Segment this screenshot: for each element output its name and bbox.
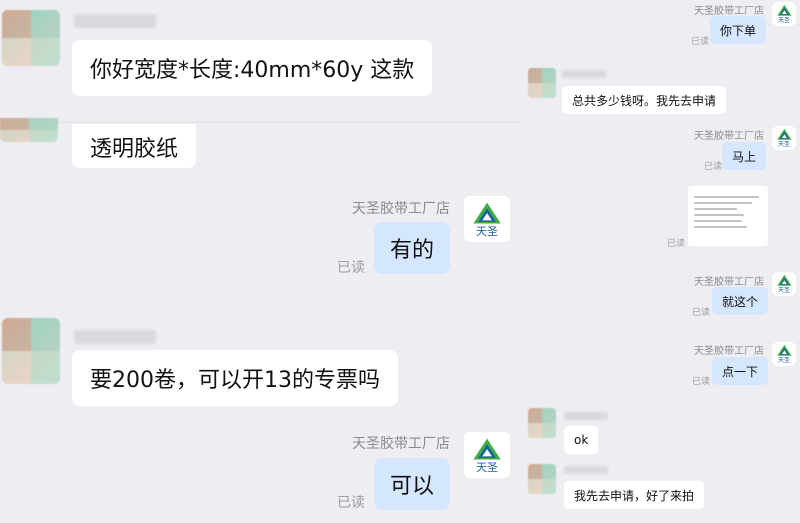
screenshot-seam [0, 122, 524, 123]
read-status: 已读 [704, 162, 723, 172]
customer-avatar[interactable] [528, 464, 556, 494]
shop-logo-avatar[interactable]: 天圣 [772, 126, 796, 150]
recycle-logo-icon [473, 438, 501, 460]
customer-name-blurred [74, 14, 156, 28]
shop-logo-avatar[interactable]: 天圣 [772, 272, 796, 296]
message-bubble[interactable]: 总共多少钱呀。我先去申请 [562, 86, 727, 114]
chat-panel-right[interactable]: 天圣胶带工厂店 天圣 你下单 已读 总共多少钱呀。我先去申请 天圣胶带工厂店 天… [524, 0, 800, 523]
read-status: 已读 [692, 308, 711, 318]
message-text: 马上 [732, 149, 757, 164]
sender-shop-name: 天圣胶带工厂店 [694, 6, 764, 17]
message-bubble[interactable]: 你好宽度*长度:40mm*60y 这款 [72, 40, 433, 96]
customer-name-blurred [564, 466, 608, 474]
message-text: 透明胶纸 [90, 137, 179, 162]
logo-text: 天圣 [777, 16, 790, 24]
shop-logo-avatar[interactable]: 天圣 [464, 196, 510, 242]
message-text: 我先去申请，好了来拍 [574, 488, 695, 503]
read-status: 已读 [691, 37, 710, 47]
message-text: 要200卷，可以开13的专票吗 [90, 368, 380, 393]
message-bubble[interactable]: 要200卷，可以开13的专票吗 [72, 350, 398, 406]
sender-shop-name: 天圣胶带工厂店 [694, 277, 764, 288]
message-bubble-mine[interactable]: 点一下 [712, 357, 769, 385]
chat-panel-left[interactable]: 你好宽度*长度:40mm*60y 这款 透明胶纸 天圣胶带工厂店 天圣 有的 已… [0, 0, 524, 523]
message-text: 总共多少钱呀。我先去申请 [572, 93, 717, 108]
message-text: 你好宽度*长度:40mm*60y 这款 [90, 58, 415, 83]
message-text: 就这个 [722, 294, 759, 309]
recycle-logo-icon [776, 5, 792, 16]
logo-text: 天圣 [476, 225, 498, 239]
customer-name-blurred [74, 330, 156, 344]
read-status: 已读 [692, 377, 711, 387]
sender-shop-name: 天圣胶带工厂店 [694, 346, 764, 357]
customer-name-blurred [562, 70, 606, 78]
message-bubble[interactable]: 透明胶纸 [72, 124, 197, 168]
message-text: 有的 [390, 238, 435, 263]
recycle-logo-icon [473, 202, 501, 224]
logo-text: 天圣 [476, 461, 498, 475]
shop-logo-avatar[interactable]: 天圣 [464, 432, 510, 478]
logo-text: 天圣 [777, 286, 790, 294]
customer-avatar[interactable] [0, 118, 58, 142]
read-status: 已读 [337, 260, 365, 276]
customer-avatar[interactable] [528, 68, 556, 98]
message-bubble-mine[interactable]: 马上 [722, 142, 767, 170]
message-bubble-mine[interactable]: 可以 [374, 458, 451, 510]
sender-shop-name: 天圣胶带工厂店 [694, 131, 764, 142]
customer-name-blurred [564, 412, 608, 420]
message-text: 你下单 [720, 23, 757, 38]
recycle-logo-icon [776, 275, 792, 286]
message-bubble-mine[interactable]: 你下单 [710, 16, 767, 44]
customer-avatar[interactable] [2, 10, 60, 66]
read-status: 已读 [337, 495, 365, 511]
recycle-logo-icon [776, 129, 792, 140]
message-text: ok [574, 433, 589, 447]
customer-avatar[interactable] [528, 408, 556, 438]
sender-shop-name: 天圣胶带工厂店 [352, 436, 450, 452]
customer-avatar[interactable] [2, 318, 60, 384]
message-text: 可以 [390, 474, 435, 499]
logo-text: 天圣 [777, 356, 790, 364]
recycle-logo-icon [776, 345, 792, 356]
logo-text: 天圣 [777, 140, 790, 148]
message-bubble[interactable]: 我先去申请，好了来拍 [564, 481, 705, 509]
message-text: 点一下 [722, 364, 759, 379]
message-bubble-mine[interactable]: 有的 [374, 222, 451, 274]
shop-logo-avatar[interactable]: 天圣 [772, 2, 796, 26]
message-bubble[interactable]: ok [564, 426, 599, 454]
image-message-thumbnail[interactable] [688, 186, 768, 246]
read-status: 已读 [667, 239, 686, 249]
shop-logo-avatar[interactable]: 天圣 [772, 342, 796, 366]
sender-shop-name: 天圣胶带工厂店 [352, 201, 450, 217]
message-bubble-mine[interactable]: 就这个 [712, 287, 769, 315]
